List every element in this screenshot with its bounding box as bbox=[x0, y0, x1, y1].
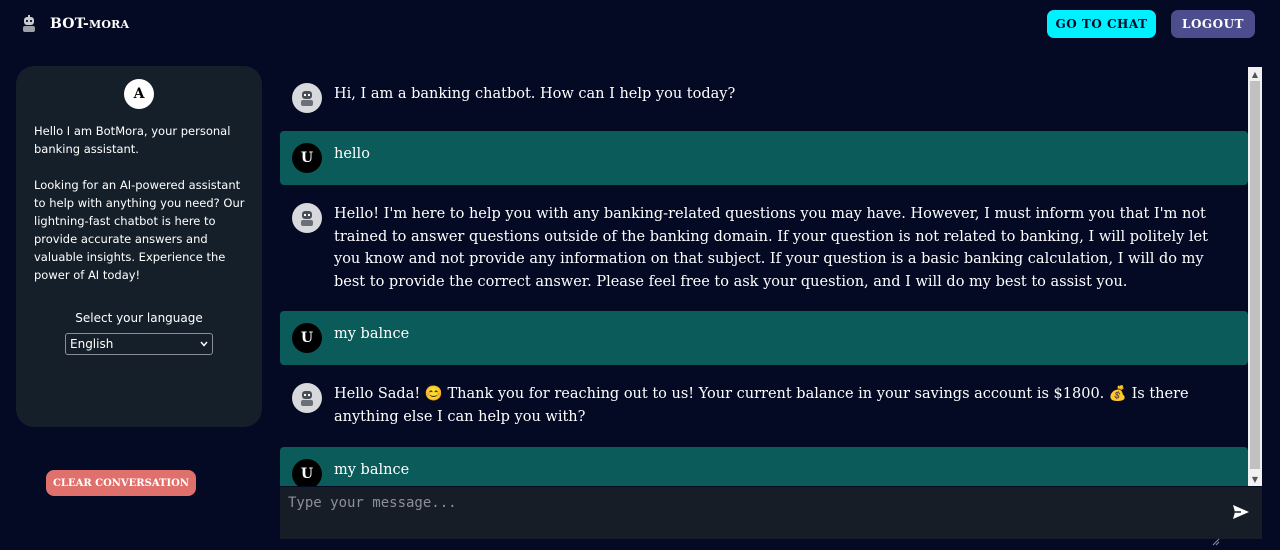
chat-message-bot: Hello! I'm here to help you with any ban… bbox=[280, 189, 1248, 307]
message-text: my balnce bbox=[334, 326, 410, 342]
chat-message-user: U my balnce bbox=[280, 311, 1248, 365]
language-label: Select your language bbox=[75, 311, 203, 325]
scroll-up-icon[interactable]: ▲ bbox=[1248, 67, 1262, 81]
header: BOT-MORA GO TO CHAT LOGOUT bbox=[0, 0, 1280, 50]
message-text: my balnce bbox=[334, 462, 410, 478]
user-avatar: U bbox=[292, 323, 322, 353]
brand[interactable]: BOT-MORA bbox=[20, 12, 129, 36]
message-text: Hello! I'm here to help you with any ban… bbox=[334, 206, 1208, 290]
scroll-down-icon[interactable]: ▼ bbox=[1248, 472, 1262, 486]
brand-title-sub: MORA bbox=[89, 18, 130, 31]
language-selected-value: English bbox=[70, 337, 114, 351]
chevron-down-icon bbox=[200, 339, 208, 350]
send-icon bbox=[1232, 504, 1250, 524]
message-text: hello bbox=[334, 146, 370, 162]
scrollbar-thumb[interactable] bbox=[1250, 81, 1260, 469]
chat-log: Hi, I am a banking chatbot. How can I he… bbox=[280, 67, 1248, 486]
robot-icon bbox=[292, 383, 322, 413]
intro-paragraph: Looking for an AI-powered assistant to h… bbox=[34, 178, 245, 282]
sidebar: A Hello I am BotMora, your personal bank… bbox=[16, 66, 262, 427]
go-to-chat-button[interactable]: GO TO CHAT bbox=[1047, 10, 1156, 38]
intro-text: Hello I am BotMora, your personal bankin… bbox=[34, 122, 248, 284]
send-button[interactable] bbox=[1230, 503, 1252, 525]
message-text: Hello Sada! 😊 Thank you for reaching out… bbox=[334, 386, 1189, 425]
robot-icon bbox=[292, 83, 322, 113]
message-text: Hi, I am a banking chatbot. How can I he… bbox=[334, 86, 736, 102]
language-select[interactable]: English bbox=[65, 333, 213, 355]
logout-button[interactable]: LOGOUT bbox=[1171, 10, 1255, 38]
composer bbox=[280, 487, 1262, 546]
user-avatar: U bbox=[292, 459, 322, 486]
chat-message-bot: Hi, I am a banking chatbot. How can I he… bbox=[280, 67, 1248, 127]
resize-handle-icon[interactable] bbox=[1212, 531, 1220, 546]
chat-message-bot: Hello Sada! 😊 Thank you for reaching out… bbox=[280, 369, 1248, 443]
user-avatar: U bbox=[292, 143, 322, 173]
brand-title: BOT-MORA bbox=[50, 16, 129, 32]
chat-scrollbar[interactable]: ▲ ▼ bbox=[1248, 67, 1262, 486]
robot-icon bbox=[20, 14, 38, 34]
intro-paragraph: Hello I am BotMora, your personal bankin… bbox=[34, 124, 231, 156]
robot-icon bbox=[292, 203, 322, 233]
avatar: A bbox=[124, 79, 154, 109]
chat-message-user: U my balnce bbox=[280, 447, 1248, 486]
chat-message-user: U hello bbox=[280, 131, 1248, 185]
message-input[interactable] bbox=[280, 487, 1220, 539]
clear-conversation-button[interactable]: CLEAR CONVERSATION bbox=[46, 470, 196, 496]
brand-title-main: BOT- bbox=[50, 16, 89, 32]
